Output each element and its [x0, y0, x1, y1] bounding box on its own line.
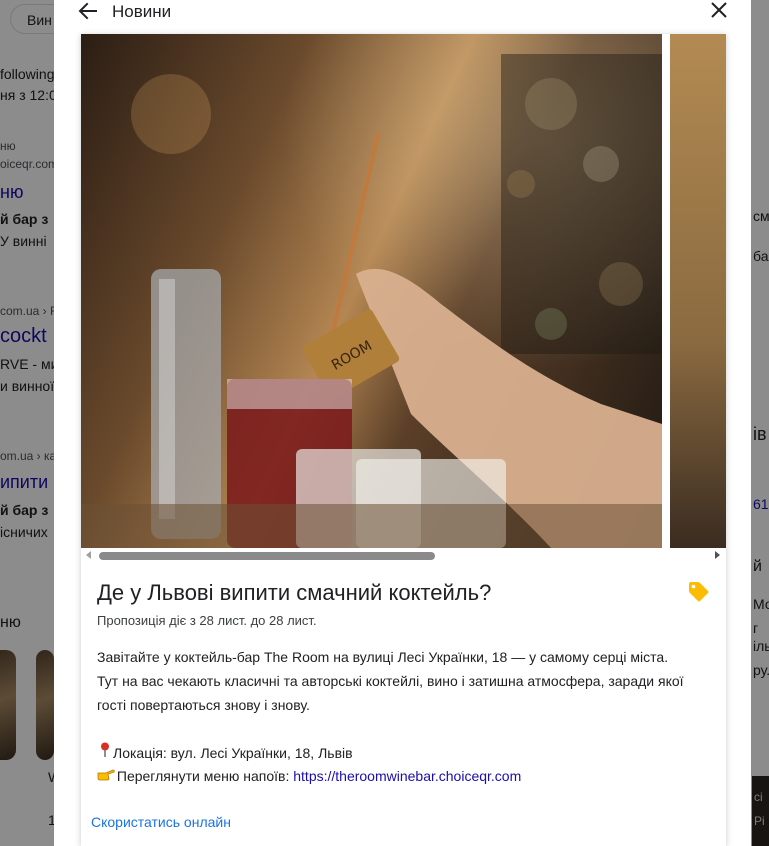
use-online-button[interactable]: Скористатись онлайн: [91, 814, 231, 830]
scroll-left-arrow-icon[interactable]: [86, 551, 91, 559]
offer-validity: Пропозиція діє з 28 лист. до 28 лист.: [97, 613, 317, 628]
offer-tag-icon: [687, 581, 709, 603]
location-text: Локація: вул. Лесі Українки, 18, Львів: [113, 745, 353, 761]
post-photo[interactable]: ROOM: [81, 34, 662, 548]
post-body-line: гості повертаються знову і знову.: [97, 697, 310, 713]
post-title: Де у Львові випити смачний коктейль?: [97, 580, 492, 605]
cocktail-photo-illustration: ROOM: [81, 54, 662, 548]
carousel-scrollbar[interactable]: [81, 548, 726, 562]
dialog-title: Новини: [112, 2, 172, 21]
pointing-hand-icon: [97, 767, 115, 784]
next-photo-peek[interactable]: [670, 34, 726, 548]
dialog-header: Новини: [54, 0, 751, 24]
scrollbar-thumb[interactable]: [99, 552, 435, 560]
news-post-card: ROOM Де у Львові випити смачний коктейль…: [81, 34, 726, 846]
close-icon[interactable]: [707, 0, 731, 22]
menu-label: Переглянути меню напоїв:: [116, 768, 290, 784]
photo-carousel[interactable]: ROOM: [81, 34, 726, 548]
post-body: Завітайте у коктейль-бар The Room на вул…: [97, 645, 697, 717]
scroll-right-arrow-icon[interactable]: [715, 551, 720, 559]
pin-icon: [97, 742, 113, 761]
post-location: Локація: вул. Лесі Українки, 18, Львів: [97, 742, 353, 761]
post-body-line: Тут на вас чекають класичні та авторські…: [97, 673, 684, 689]
post-body-line: Завітайте у коктейль-бар The Room на вул…: [97, 649, 669, 665]
menu-link[interactable]: https://theroomwinebar.choiceqr.com: [293, 768, 521, 784]
news-dialog: Новини ROOM Де у Львові випити смачний к…: [54, 0, 751, 846]
post-menu: Переглянути меню напоїв: https://theroom…: [97, 767, 521, 784]
back-arrow-icon[interactable]: [76, 0, 100, 22]
